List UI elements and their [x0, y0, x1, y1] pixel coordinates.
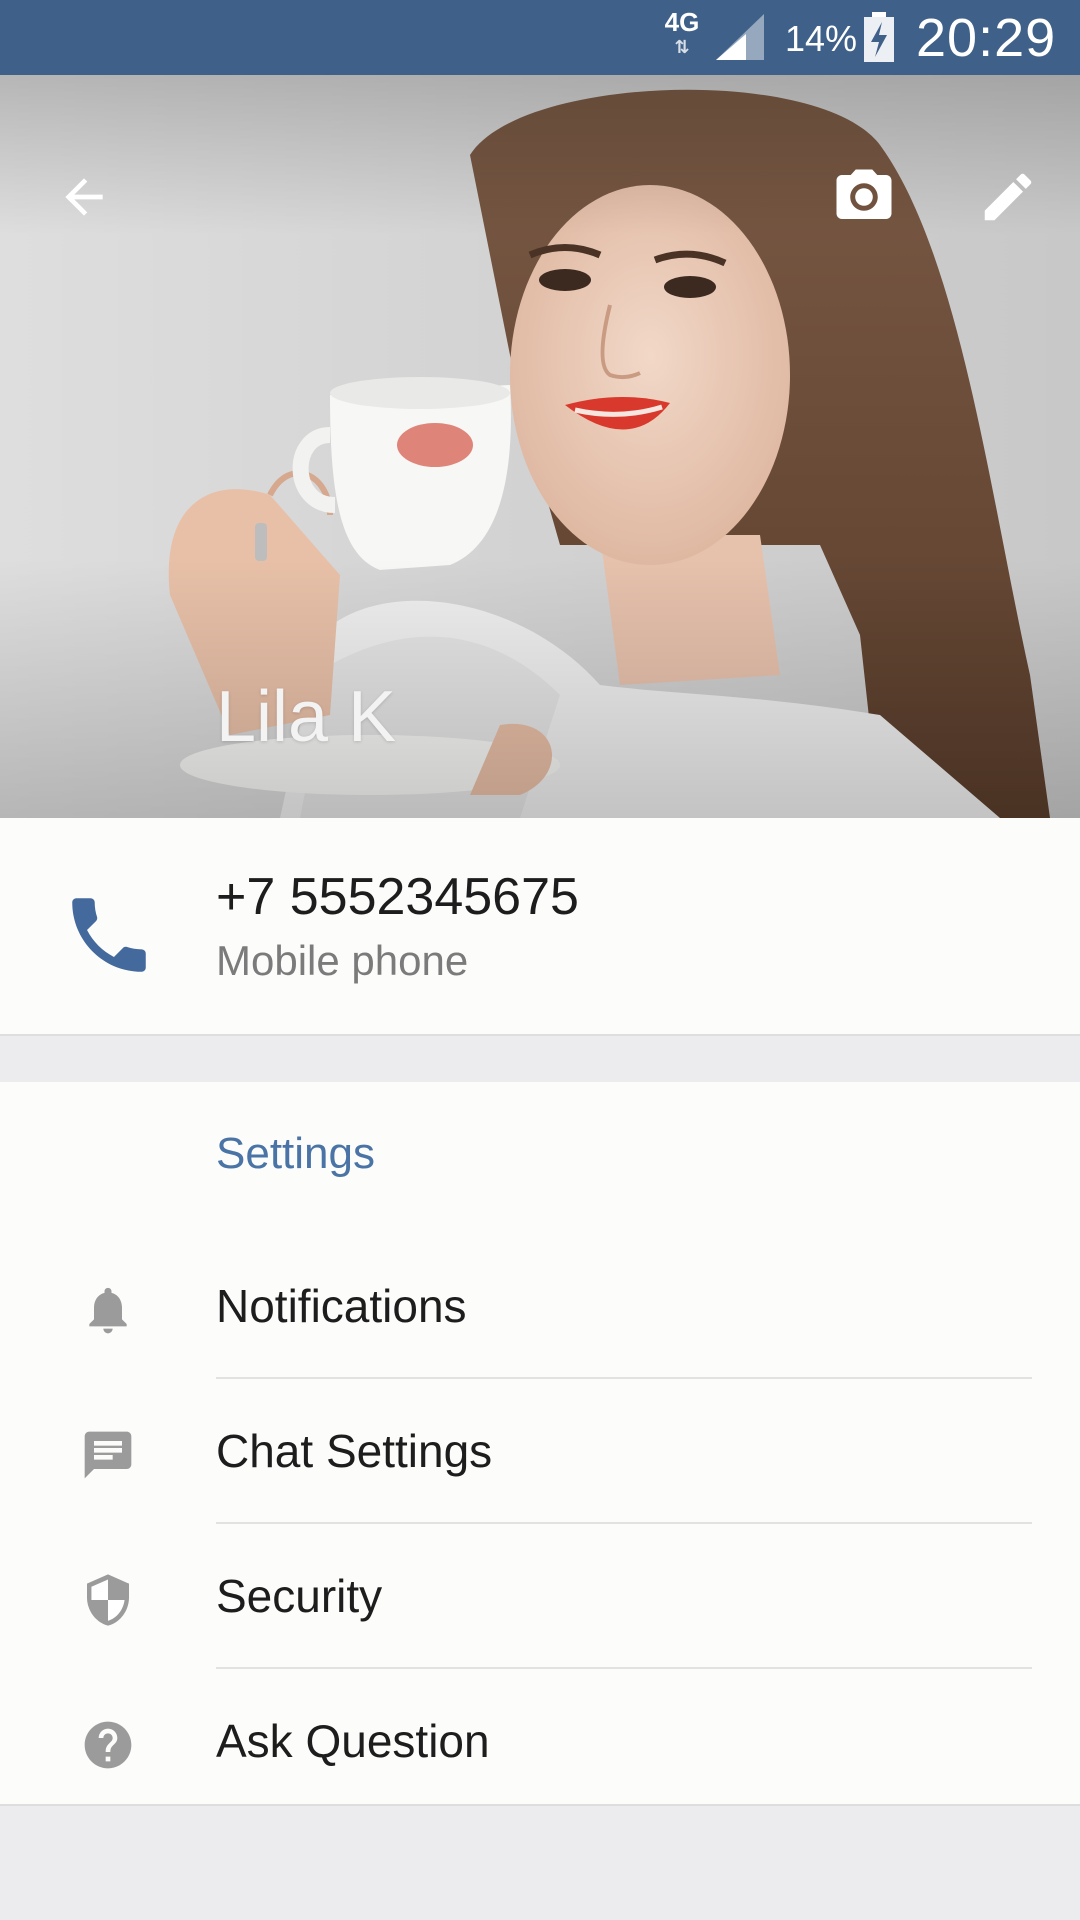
chat-bubble-icon — [84, 1431, 132, 1479]
phone-icon — [72, 898, 146, 972]
arrow-left-icon — [65, 178, 103, 216]
profile-header: Lila K — [0, 75, 1080, 818]
camera-button[interactable] — [824, 157, 904, 237]
top-shade — [0, 75, 1080, 235]
status-bar: 4G ⇅ 14% 20:29 — [0, 0, 1080, 75]
network-type: 4G — [664, 7, 700, 37]
settings-item-label: Security — [216, 1570, 383, 1622]
clock: 20:29 — [916, 8, 1057, 68]
edit-button[interactable] — [968, 157, 1048, 237]
profile-name: Lila K — [216, 677, 397, 757]
settings-section: Settings Notifications Chat Settings Sec… — [0, 1082, 1080, 1806]
network-indicator: 4G ⇅ — [660, 8, 704, 66]
settings-item-chat-settings[interactable]: Chat Settings — [0, 1379, 1080, 1524]
phone-section[interactable]: +7 5552345675 Mobile phone — [0, 818, 1080, 1036]
settings-item-label: Notifications — [216, 1280, 467, 1332]
network-arrows: ⇅ — [674, 37, 690, 57]
phone-number: +7 5552345675 — [216, 868, 579, 926]
settings-item-notifications[interactable]: Notifications — [0, 1234, 1080, 1379]
battery-percent: 14% — [785, 18, 858, 59]
settings-item-label: Ask Question — [216, 1715, 490, 1767]
settings-item-label: Chat Settings — [216, 1425, 493, 1477]
bell-icon — [89, 1287, 127, 1334]
back-button[interactable] — [44, 157, 124, 237]
shield-icon — [87, 1574, 129, 1626]
battery-charging-icon — [864, 12, 894, 62]
bottom-shade — [0, 558, 1080, 818]
settings-item-security[interactable]: Security — [0, 1524, 1080, 1669]
pencil-icon — [984, 173, 1032, 221]
phone-type-label: Mobile phone — [216, 937, 469, 984]
settings-item-ask-question[interactable]: Ask Question — [0, 1669, 1080, 1814]
signal-icon — [716, 14, 764, 60]
help-circle-icon — [84, 1721, 132, 1769]
settings-header: Settings — [216, 1129, 375, 1178]
camera-icon — [836, 169, 892, 219]
